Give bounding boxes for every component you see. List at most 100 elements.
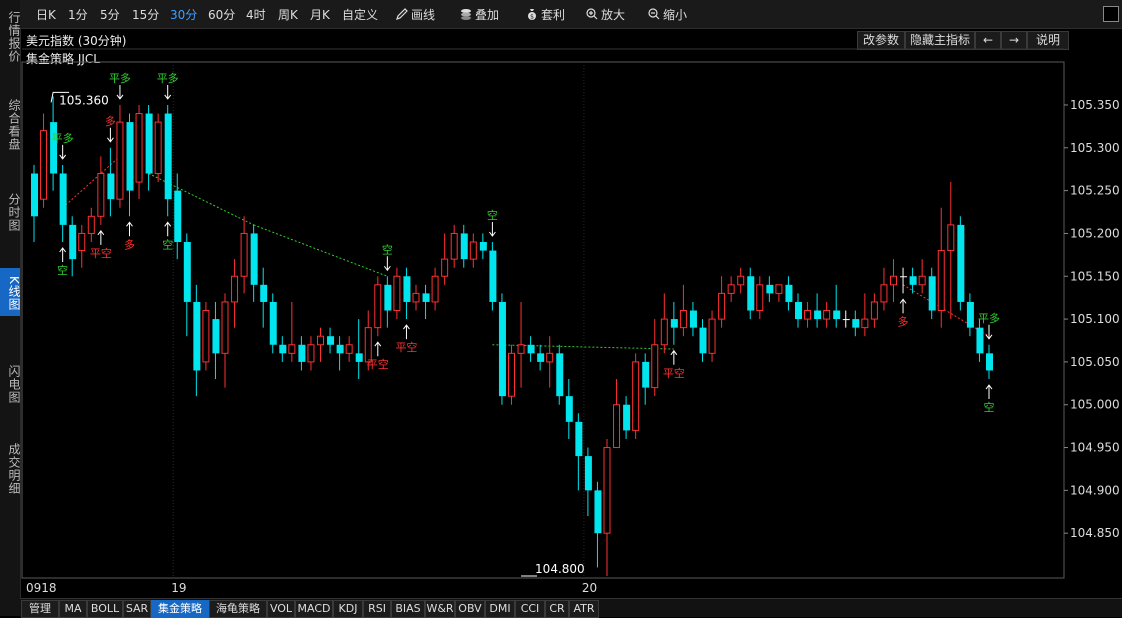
signal-label: 多 [124, 237, 135, 251]
candle-body [78, 232, 86, 252]
candle-body [747, 276, 755, 311]
candle-body [135, 113, 143, 183]
candle-body [775, 284, 783, 294]
min-value-label: 104.800 [535, 562, 585, 576]
candle-body [804, 310, 812, 320]
y-tick-label: 105.150 [1070, 269, 1120, 283]
candle-body [947, 224, 955, 252]
candle-body [126, 122, 134, 191]
candle-body [154, 121, 162, 174]
y-tick-label: 104.950 [1070, 441, 1120, 455]
candle-body [756, 284, 764, 312]
candle-body [795, 301, 802, 320]
indicator-tab-cci[interactable]: CCI [515, 600, 545, 618]
candle-body [97, 172, 105, 217]
candle-body [345, 344, 353, 354]
candle-body [384, 284, 392, 311]
candle-body [718, 292, 726, 320]
y-tick-label: 104.900 [1070, 483, 1120, 497]
candle-body [355, 353, 363, 362]
candle-body [699, 327, 707, 354]
candle-body [527, 344, 535, 354]
signal-arrow-down [116, 84, 124, 100]
signal-label: 多 [898, 314, 909, 328]
candle-body [431, 275, 439, 303]
candle-body [393, 275, 401, 312]
signal-label: 平多 [157, 71, 179, 85]
candle-body [890, 275, 897, 286]
candle-body [603, 447, 611, 534]
candle-body [870, 301, 878, 320]
indicator-tab-rsi[interactable]: RSI [363, 600, 391, 618]
indicator-tab-boll[interactable]: BOLL [87, 600, 123, 618]
candle-body [957, 224, 965, 302]
candle-body [670, 319, 678, 328]
trend-line [253, 224, 388, 277]
y-tick-label: 105.300 [1070, 141, 1120, 155]
indicator-tab-atr[interactable]: ATR [569, 600, 599, 618]
signal-label: 平多 [109, 71, 131, 85]
candle-body [441, 258, 449, 277]
candle-body [861, 318, 869, 329]
candle-body [489, 250, 497, 302]
indicator-tab-vol[interactable]: VOL [267, 600, 295, 618]
candle-body [880, 284, 888, 303]
candle-body [231, 275, 239, 303]
signal-label: 空 [57, 263, 68, 277]
indicator-tab-cr[interactable]: CR [545, 600, 569, 618]
candle-body [708, 318, 716, 354]
candle-body [174, 190, 182, 242]
candle-body [594, 490, 602, 534]
candle-body [909, 276, 917, 285]
signal-label: 空 [487, 208, 498, 222]
candle-body [450, 232, 458, 260]
candle-body [145, 113, 153, 174]
indicator-tab-5[interactable]: 海龟策略 [209, 600, 267, 618]
candle-body [632, 361, 640, 431]
kline-chart[interactable]: 105.350 105.300 105.250 105.200 105.150 105.1… [0, 0, 1122, 598]
candle-body [327, 336, 335, 345]
signal-arrow-up [126, 221, 133, 237]
y-tick-label: 105.350 [1070, 98, 1120, 112]
candle-body [183, 242, 191, 302]
max-value-label: 105.360 [59, 93, 109, 107]
candle-body [364, 327, 372, 363]
candle-body [307, 344, 315, 363]
candle-body [660, 318, 668, 346]
indicator-tab-macd[interactable]: MACD [295, 600, 333, 618]
candle-body [336, 344, 344, 354]
indicator-tab-obv[interactable]: OBV [455, 600, 485, 618]
candle-body [613, 404, 621, 449]
signal-label: 多 [105, 114, 116, 128]
candle-body [966, 301, 974, 328]
signal-label: 平空 [663, 366, 685, 380]
candle-body [689, 310, 697, 328]
x-tick-label: 0918 [26, 581, 57, 595]
indicator-tab-4[interactable]: 集金策略 [151, 600, 209, 618]
indicator-tab-kdj[interactable]: KDJ [333, 600, 363, 618]
y-tick-label: 105.100 [1070, 312, 1120, 326]
candle-body [212, 319, 220, 354]
candle-body [69, 224, 77, 260]
indicator-tab-bias[interactable]: BIAS [391, 600, 425, 618]
candle-body [565, 396, 573, 422]
signal-arrow-up [985, 384, 993, 400]
indicator-tab-dmi[interactable]: DMI [485, 600, 515, 618]
indicator-tab-0[interactable]: 管理 [21, 600, 59, 618]
y-tick-label: 104.850 [1070, 526, 1120, 540]
indicator-tab-w-r[interactable]: W&R [425, 600, 455, 618]
candle-body [508, 352, 515, 397]
signal-arrow-up [164, 221, 172, 237]
indicator-tab-sar[interactable]: SAR [123, 600, 151, 618]
candle-body [575, 421, 583, 457]
candle-body [976, 327, 984, 354]
candle-body [164, 113, 172, 200]
candle-body [240, 232, 248, 277]
signal-arrow-up [374, 341, 382, 357]
signal-label: 空 [382, 242, 393, 256]
candle-body [900, 276, 908, 278]
candle-body [918, 275, 926, 286]
candle-body [59, 173, 67, 225]
indicator-tab-ma[interactable]: MA [59, 600, 87, 618]
candle-body [107, 173, 115, 200]
